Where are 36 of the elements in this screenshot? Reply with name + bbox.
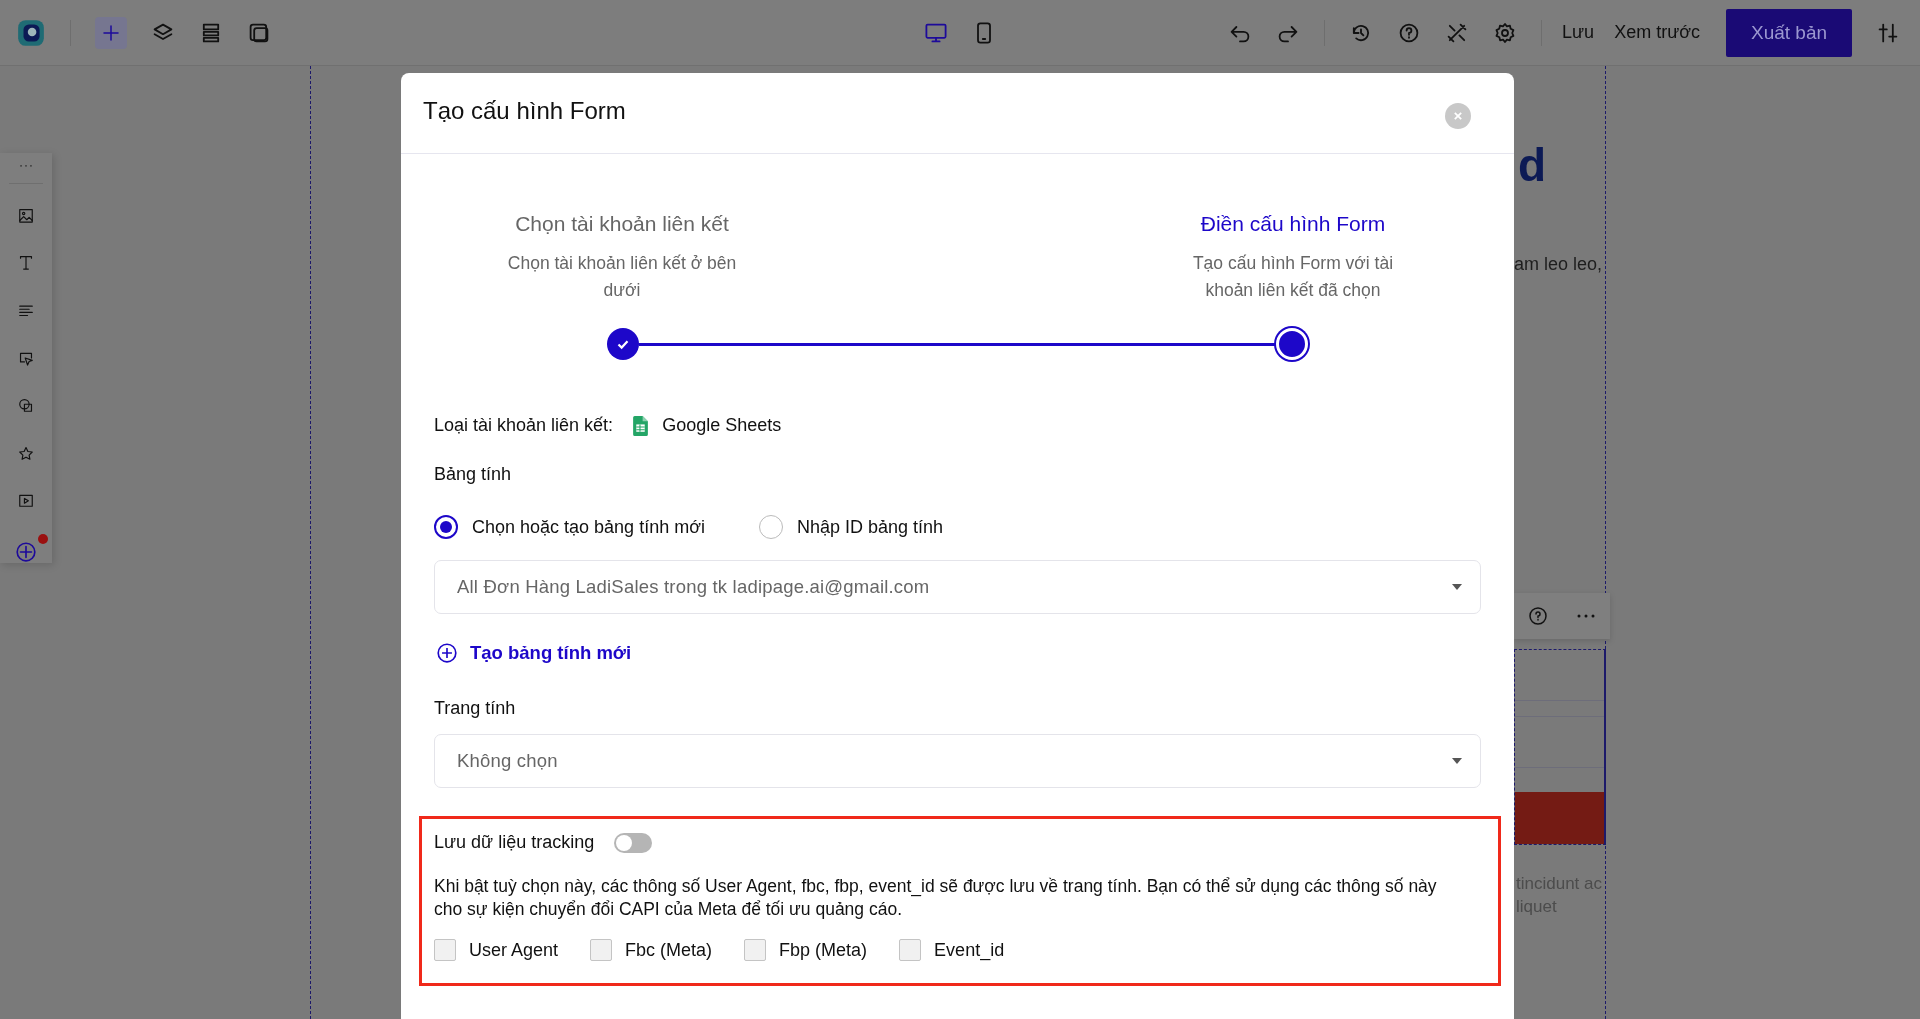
- publish-button[interactable]: Xuất bản: [1726, 8, 1852, 57]
- radio-option[interactable]: Nhập ID bảng tính: [758, 515, 944, 539]
- add-circle-icon: [436, 642, 458, 664]
- add-circle-icon[interactable]: [15, 541, 37, 564]
- checkbox-option[interactable]: Fbc (Meta): [590, 939, 713, 961]
- caret-icon: [1452, 584, 1462, 590]
- field-label: Loại tài khoản liên kết:: [434, 415, 614, 436]
- field-label: Bảng tính: [434, 464, 513, 485]
- step-title: Chọn tài khoản liên kết: [514, 211, 730, 237]
- checkbox-option[interactable]: User Agent: [434, 939, 559, 961]
- notification-dot: [38, 534, 48, 545]
- field-label: Lưu dữ liệu tracking: [434, 832, 595, 853]
- more-icon[interactable]: [1576, 613, 1596, 619]
- heading-fragment: d: [1518, 142, 1547, 188]
- spreadsheet-icon: [633, 415, 649, 436]
- sheet-select[interactable]: Không chọn: [434, 734, 1481, 788]
- preview-button[interactable]: Xem trước: [1614, 22, 1700, 43]
- checkbox-option[interactable]: Fbp (Meta): [744, 939, 868, 961]
- save-button[interactable]: Lưu: [1562, 22, 1595, 43]
- add-icon[interactable]: [95, 16, 127, 49]
- create-spreadsheet-link[interactable]: Tạo bảng tính mới: [434, 642, 1481, 664]
- radio-option[interactable]: Chọn hoặc tạo bảng tính mới: [434, 515, 705, 539]
- tracking-description: Khi bật tuỳ chọn này, các thông số User Agent, fbc, fbp, event_id sẽ được lưu về trang tính. Bạn có thể sử dụng các thông số này cho sự kiện chuyển đổi CAPI của Meta để tối ưu quảng cáo.: [434, 875, 1438, 921]
- spreadsheet-select[interactable]: All Đơn Hàng LadiSales trong tk ladipage.ai@gmail.com: [434, 560, 1481, 614]
- checkbox-option[interactable]: Event_id: [899, 939, 1005, 961]
- step-description: Chọn tài khoản liên kết ở bên dưới: [506, 252, 738, 302]
- step-title: Điền cấu hình Form: [1199, 211, 1387, 237]
- body-text-fragment: am leo leo,: [1514, 254, 1603, 275]
- help-icon[interactable]: [1528, 606, 1548, 626]
- app-logo-icon[interactable]: [16, 17, 46, 48]
- account-type-value: Google Sheets: [662, 415, 782, 436]
- toggle-switch[interactable]: [614, 832, 653, 853]
- field-label: Trang tính: [434, 698, 517, 719]
- modal-title: Tạo cấu hình Form: [423, 97, 626, 125]
- caret-icon: [1452, 758, 1462, 764]
- step-description: Tạo cấu hình Form với tài khoản liên kết đã chọn: [1191, 252, 1395, 302]
